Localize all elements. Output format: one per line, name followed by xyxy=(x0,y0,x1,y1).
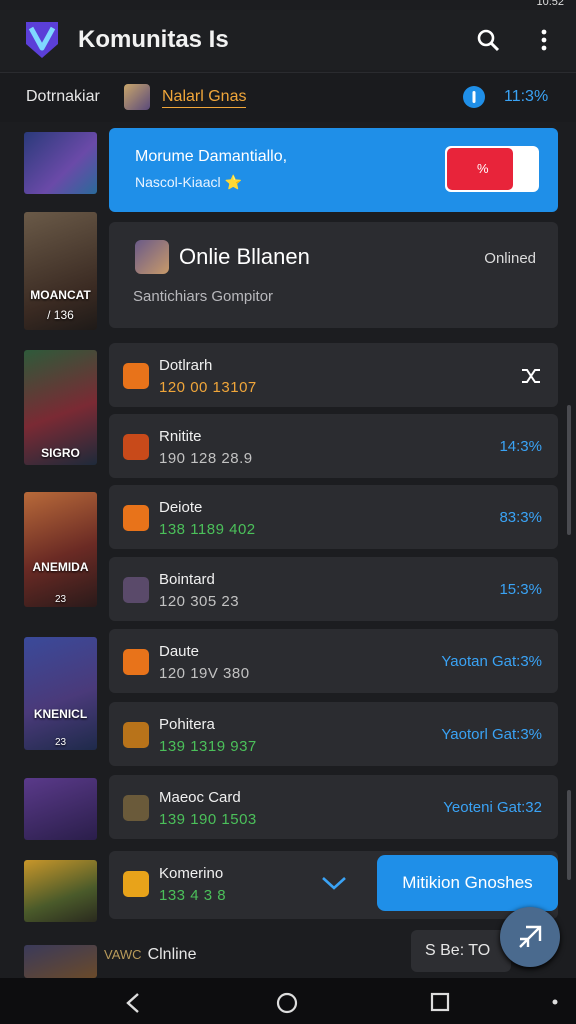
item-meta: 190 128 28.9 xyxy=(159,450,253,467)
thumbnail[interactable] xyxy=(24,945,97,978)
scrollbar[interactable] xyxy=(567,790,571,880)
item-name: Deiote xyxy=(159,499,203,516)
thumbnail[interactable] xyxy=(24,778,97,840)
online-status: Onlined xyxy=(484,250,536,267)
system-nav-bar xyxy=(0,978,576,1024)
item-value: 83:3% xyxy=(499,509,542,526)
item-meta: 133 4 3 8 xyxy=(159,887,227,904)
item-name: Daute xyxy=(159,643,200,660)
promo-subtitle: Nascol-Kiaacl ⭐ xyxy=(135,174,242,190)
filter-label: Dotrnakiar xyxy=(26,88,100,105)
list-item[interactable]: Dotlrarh 120 00 13107 xyxy=(109,343,558,407)
item-name: Bointard xyxy=(159,571,215,588)
item-value: Yeoteni Gat:32 xyxy=(443,799,542,816)
item-icon xyxy=(123,649,149,675)
more-vert-icon xyxy=(541,29,547,51)
item-name: Rnitite xyxy=(159,428,202,445)
filter-avatar xyxy=(124,84,150,110)
toggle-label: % xyxy=(477,161,489,176)
info-icon[interactable] xyxy=(462,85,486,109)
item-meta: 139 190 1503 xyxy=(159,811,257,828)
item-meta: 139 1319 937 xyxy=(159,738,257,755)
item-meta: 138 1189 402 xyxy=(159,521,256,538)
overflow-menu-button[interactable] xyxy=(528,24,560,56)
online-subtitle: Santichiars Gompitor xyxy=(133,288,274,305)
item-icon xyxy=(123,871,149,897)
filter-percent: 11:3% xyxy=(504,88,549,105)
status-bar: 10:52 xyxy=(0,0,576,10)
item-name: Pohitera xyxy=(159,716,215,733)
list-item[interactable]: Pohitera 139 1319 937 Yaotorl Gat:3% xyxy=(109,702,558,766)
promo-title: Morume Damantiallo, xyxy=(135,148,288,165)
list-item-prefix: VAWC xyxy=(104,947,142,962)
scrollbar[interactable] xyxy=(567,405,571,535)
online-avatar xyxy=(135,240,169,274)
list-item[interactable]: Daute 120 19V 380 Yaotan Gat:3% xyxy=(109,629,558,693)
item-icon xyxy=(123,434,149,460)
thumbnail[interactable]: KNENICL 23 xyxy=(24,637,97,750)
action-button[interactable]: Mitikion Gnoshes xyxy=(377,855,558,911)
online-card[interactable]: Onlie Bllanen Onlined Santichiars Gompit… xyxy=(109,222,558,328)
item-value: Yaotan Gat:3% xyxy=(441,653,542,670)
thumbnail[interactable] xyxy=(24,132,97,194)
item-name: Dotlrarh xyxy=(159,357,213,374)
status-time: 10:52 xyxy=(536,0,564,8)
search-icon xyxy=(477,29,500,52)
shuffle-icon[interactable] xyxy=(520,365,542,387)
item-value: 14:3% xyxy=(499,438,542,455)
item-icon xyxy=(123,363,149,389)
item-meta: 120 19V 380 xyxy=(159,665,250,682)
filter-chip[interactable]: S Be: TO xyxy=(411,930,511,972)
list-item[interactable]: Bointard 120 305 23 15:3% xyxy=(109,557,558,621)
item-value: Yaotorl Gat:3% xyxy=(441,726,542,743)
promo-card[interactable]: Morume Damantiallo, Nascol-Kiaacl ⭐ % xyxy=(109,128,558,212)
home-icon[interactable] xyxy=(276,992,298,1014)
thumbnail[interactable] xyxy=(24,860,97,922)
item-value: 15:3% xyxy=(499,581,542,598)
item-icon xyxy=(123,577,149,603)
app-header: Komunitas Is xyxy=(0,10,576,70)
item-meta: 120 305 23 xyxy=(159,593,240,610)
thumbnail[interactable]: MOANCAT / 136 xyxy=(24,212,97,330)
thumbnail[interactable]: SIGRO xyxy=(24,350,97,465)
item-name: Maeoc Card xyxy=(159,789,241,806)
toggle-knob: % xyxy=(447,148,513,190)
promo-toggle[interactable]: % xyxy=(445,146,539,192)
send-icon xyxy=(519,925,542,948)
list-item-title: Clnline xyxy=(147,946,197,963)
app-logo-icon xyxy=(26,22,58,58)
filter-selector[interactable]: Nalarl Gnas xyxy=(162,88,247,108)
recents-icon[interactable] xyxy=(430,992,450,1012)
online-title: Onlie Bllanen xyxy=(179,244,310,269)
floating-action-button[interactable] xyxy=(500,907,560,967)
filter-bar: Dotrnakiar Nalarl Gnas 11:3% xyxy=(0,72,576,122)
back-icon[interactable] xyxy=(124,992,142,1014)
list-item[interactable]: Maeoc Card 139 190 1503 Yeoteni Gat:32 xyxy=(109,775,558,839)
item-meta: 120 00 13107 xyxy=(159,379,257,396)
item-icon xyxy=(123,795,149,821)
list-item[interactable]: Deiote 138 1189 402 83:3% xyxy=(109,485,558,549)
list-item-label: VAWC Clnline xyxy=(104,946,196,964)
thumbnail[interactable]: ANEMIDA 23 xyxy=(24,492,97,607)
item-icon xyxy=(123,722,149,748)
app-title: Komunitas Is xyxy=(78,26,229,53)
item-icon xyxy=(123,505,149,531)
chevron-down-icon[interactable] xyxy=(321,875,347,891)
list-item[interactable]: Rnitite 190 128 28.9 14:3% xyxy=(109,414,558,478)
dot-icon xyxy=(552,999,558,1005)
item-name: Komerino xyxy=(159,865,224,882)
search-button[interactable] xyxy=(472,24,504,56)
